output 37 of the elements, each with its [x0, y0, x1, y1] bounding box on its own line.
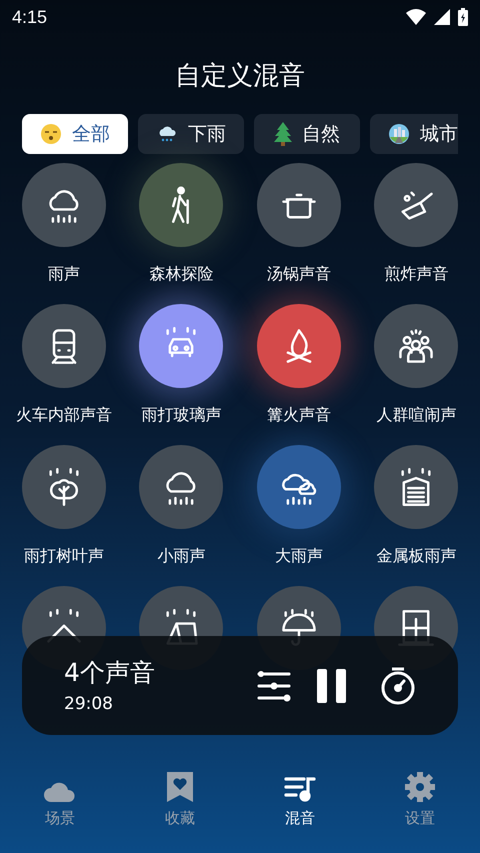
nav-tab[interactable]: 场景 — [44, 770, 76, 828]
category-tab[interactable]: 全部 — [22, 114, 128, 154]
city-road-icon — [388, 123, 410, 145]
sound-label: 火车内部声音 — [16, 404, 112, 426]
sleepy-face-icon — [40, 123, 62, 145]
sound-label: 雨声 — [48, 263, 80, 285]
category-tab[interactable]: 城市 — [370, 114, 458, 154]
pine-tree-icon — [274, 122, 292, 146]
sound-label: 雨打树叶声 — [24, 545, 104, 567]
signal-icon — [434, 9, 450, 25]
settings-icon — [405, 772, 435, 802]
nav-tab[interactable]: 收藏 — [165, 770, 195, 828]
category-tab[interactable]: 自然 — [254, 114, 360, 154]
sound-label: 大雨声 — [274, 545, 323, 567]
battery-icon — [458, 8, 468, 26]
cloud-icon — [44, 780, 76, 802]
status-time: 4:15 — [12, 6, 48, 28]
sound-label: 人群喧闹声 — [376, 404, 456, 426]
sound-label: 雨打玻璃声 — [141, 404, 222, 426]
sound-label: 森林探险 — [149, 263, 214, 285]
sound-label: 篝火声音 — [266, 404, 331, 426]
sound-label: 小雨声 — [157, 545, 206, 567]
pause-icon — [317, 668, 347, 702]
sound-count: 4个声音 — [64, 656, 156, 688]
sound-label: 金属板雨声 — [376, 545, 456, 567]
nav-tab[interactable]: 混音 — [284, 770, 316, 828]
playlist-music-icon — [284, 776, 316, 802]
wifi-icon — [406, 9, 426, 25]
sliders-icon — [257, 670, 291, 702]
bookmark-heart-icon — [167, 772, 193, 802]
page-title: 自定义混音 — [174, 60, 306, 93]
stopwatch-icon — [380, 666, 416, 704]
timer-text: 29:08 — [64, 692, 114, 714]
sound-label: 汤锅声音 — [266, 263, 331, 285]
sound-label: 煎炸声音 — [384, 263, 448, 285]
nav-tab[interactable]: 设置 — [405, 770, 435, 828]
category-tab[interactable]: 下雨 — [138, 114, 244, 154]
